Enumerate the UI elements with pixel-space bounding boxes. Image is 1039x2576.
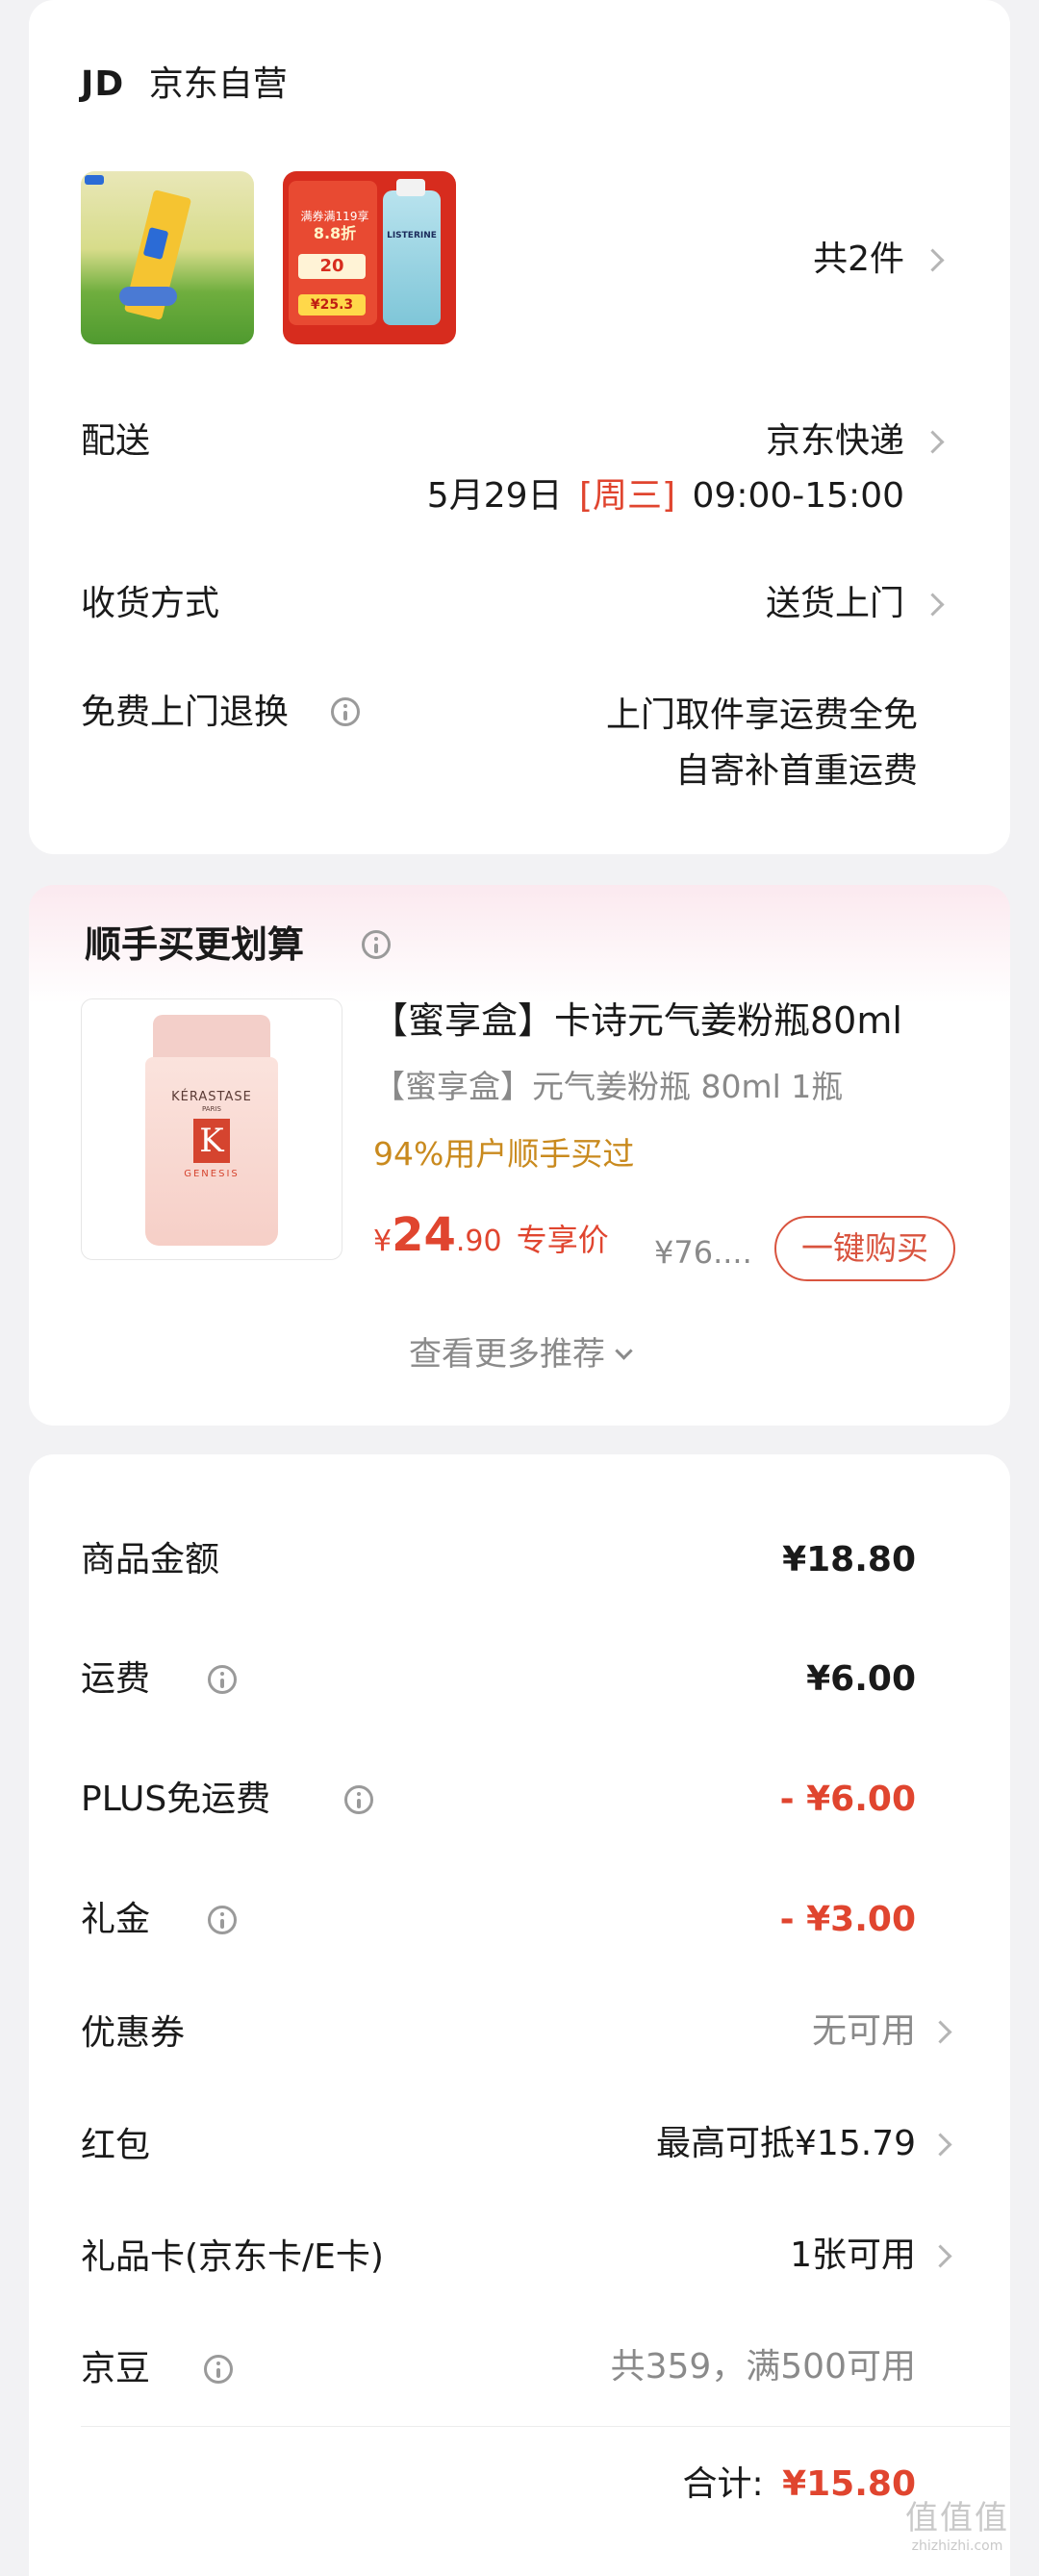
bottle-sub: PARIS [202,1105,221,1113]
recommend-price: ¥24.90 专享价 [373,1208,609,1262]
returns-label: 免费上门退换 [81,693,290,732]
buy-now-button[interactable]: 一键购买 [774,1216,955,1281]
item-count[interactable]: 共2件 [813,239,904,281]
price-dec: .90 [455,1225,502,1258]
delivery-carrier[interactable]: 京东快递 [766,420,904,463]
store-name: 京东自营 [148,64,288,104]
recommend-orig-price: ¥76.... [654,1234,752,1271]
chevron-down-icon [615,1342,633,1360]
returns-info-icon[interactable] [331,697,360,726]
watermark: 值值值 zhizhizhi.com [885,2499,1029,2555]
recommend-title: 顺手买更划算 [85,923,305,966]
recommend-product-spec: 【蜜享盒】元气姜粉瓶 80ml 1瓶 [373,1068,844,1105]
jd-logo: JD [81,64,125,104]
summary-label-gift-cash: 礼金 [81,1900,151,1939]
summary-value-gift-cash: - ¥3.00 [779,1900,916,1939]
delivery-date: 5月29日 [426,476,563,516]
bottle-line: GENESIS [184,1169,240,1179]
receive-value[interactable]: 送货上门 [766,583,904,625]
thumb-price: ¥25.3 [298,294,366,316]
total-row: 合计: ¥15.80 [682,2463,916,2506]
summary-label-goods: 商品金额 [81,1540,220,1579]
gift-card-chevron-icon[interactable] [928,2244,952,2268]
thumb-coupon-value: 20 [319,256,344,276]
thumb-brand: LISTERINE [387,231,437,240]
delivery-label: 配送 [81,421,151,461]
delivery-time[interactable]: 5月29日 [周三] 09:00-15:00 [427,475,904,518]
recommend-stat: 94%用户顺手买过 [373,1135,635,1173]
store-header[interactable]: JD 京东自营 [81,63,288,106]
summary-value-plus: - ¥6.00 [779,1780,916,1819]
summary-label-gift-card: 礼品卡(京东卡/E卡) [81,2237,384,2277]
summary-label-jd-beans: 京豆 [81,2349,151,2388]
plus-info-icon[interactable] [344,1785,373,1814]
shipping-info-icon[interactable] [208,1665,237,1694]
summary-value-goods: ¥18.80 [782,1540,916,1579]
item-count-chevron-icon[interactable] [921,248,945,272]
delivery-weekday: [周三] [578,476,676,516]
bottle-brand: KÉRASTASE [171,1090,252,1104]
see-more-label: 查看更多推荐 [408,1335,605,1374]
summary-label-shipping: 运费 [81,1659,151,1699]
gift-cash-info-icon[interactable] [208,1906,237,1934]
price-tag: 专享价 [516,1222,609,1258]
product-thumb-milk[interactable] [81,171,254,344]
recommend-header: 顺手买更划算 [85,923,304,966]
summary-value-jd-beans: 共359，满500可用 [610,2347,916,2387]
see-more-recommend[interactable]: 查看更多推荐 [29,1333,1010,1376]
summary-label-red-packet: 红包 [81,2126,151,2165]
thumb-badge1: 满券满119享 [300,210,369,223]
summary-label-plus: PLUS免运费 [81,1780,271,1819]
returns-line1: 上门取件享运费全免 [605,695,918,735]
recommend-info-icon[interactable] [362,930,391,959]
thumb-badge2: 8.8折 [313,224,357,242]
delivery-chevron-icon[interactable] [921,430,945,454]
price-symbol: ¥ [373,1225,393,1258]
watermark-logo: 值值值 [905,2499,1009,2538]
store-card: JD 京东自营 满券满119享 8.8折 20 ¥25.3 LISTERINE … [29,0,1010,854]
total-value: ¥15.80 [782,2464,916,2504]
total-label: 合计: [682,2464,764,2504]
receive-label: 收货方式 [81,584,220,623]
summary-value-shipping: ¥6.00 [806,1659,916,1699]
coupon-chevron-icon[interactable] [928,2020,952,2044]
jd-beans-info-icon[interactable] [204,2355,233,2384]
summary-value-coupon[interactable]: 无可用 [812,2010,916,2053]
buy-now-label: 一键购买 [801,1229,928,1267]
thumb-coupon: 20 [298,254,366,279]
delivery-window: 09:00-15:00 [692,476,904,516]
summary-card: 商品金额 ¥18.80 运费 ¥6.00 PLUS免运费 - ¥6.00 礼金 … [29,1454,1010,2576]
summary-value-red-packet[interactable]: 最高可抵¥15.79 [656,2123,916,2165]
returns-line2: 自寄补首重运费 [674,751,918,791]
bottle-letter: K [193,1119,230,1163]
recommend-product-title[interactable]: 【蜜享盒】卡诗元气姜粉瓶80ml [371,998,902,1043]
summary-value-gift-card[interactable]: 1张可用 [790,2235,916,2277]
summary-divider [81,2426,1010,2427]
summary-label-coupon: 优惠券 [81,2013,186,2053]
price-int: 24 [392,1208,456,1262]
red-packet-chevron-icon[interactable] [928,2133,952,2157]
recommend-product-image[interactable]: KÉRASTASE PARIS K GENESIS [81,998,342,1260]
recommend-card: 顺手买更划算 KÉRASTASE PARIS K GENESIS 【蜜享盒】卡诗… [29,885,1010,1426]
product-thumb-listerine[interactable]: 满券满119享 8.8折 20 ¥25.3 LISTERINE [283,171,456,344]
watermark-url: zhizhizhi.com [911,2538,1003,2554]
receive-chevron-icon[interactable] [921,593,945,617]
